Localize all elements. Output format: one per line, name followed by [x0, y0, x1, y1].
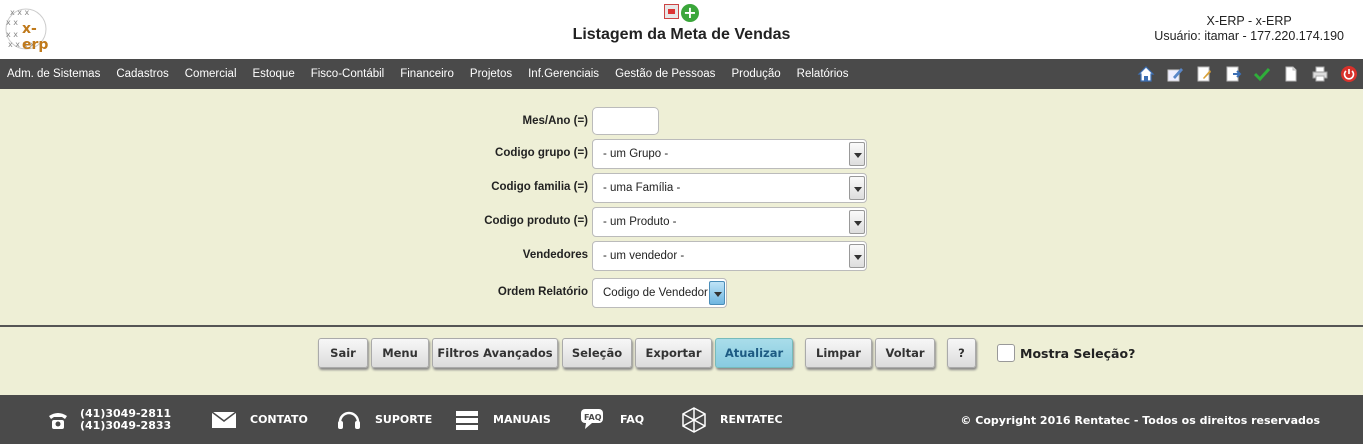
- produto-select[interactable]: - um Produto -: [592, 207, 867, 237]
- books-icon: [453, 406, 481, 434]
- pdf-icon[interactable]: [664, 4, 679, 19]
- grupo-label: Codigo grupo (=): [495, 147, 588, 159]
- filtros-avancados-button[interactable]: Filtros Avançados: [432, 338, 558, 368]
- mostra-selecao-label: Mostra Seleção?: [1020, 346, 1136, 361]
- row-mes-ano: Mes/Ano (=): [0, 107, 1363, 137]
- produto-select-value: - um Produto -: [603, 216, 677, 228]
- footer-contato[interactable]: CONTATO: [210, 395, 308, 444]
- mostra-selecao-checkbox[interactable]: [997, 344, 1015, 362]
- footer-suporte[interactable]: SUPORTE: [335, 395, 432, 444]
- ordem-label: Ordem Relatório: [497, 286, 588, 298]
- sair-button[interactable]: Sair: [318, 338, 368, 368]
- familia-label: Codigo familia (=): [491, 181, 588, 193]
- chevron-down-icon[interactable]: [849, 244, 865, 268]
- atualizar-button[interactable]: Atualizar: [715, 338, 793, 368]
- faq-icon: FAQ: [580, 406, 608, 434]
- row-familia: Codigo familia (=) - uma Família -: [0, 173, 1363, 203]
- row-produto: Codigo produto (=) - um Produto -: [0, 207, 1363, 237]
- phone-icon: [44, 406, 72, 434]
- ordem-select-value: Codigo de Vendedor: [603, 287, 708, 299]
- header: x x x x x x x x x x x x-erp + Listagem d…: [0, 0, 1363, 59]
- grupo-select[interactable]: - um Grupo -: [592, 139, 867, 169]
- home-icon[interactable]: [1136, 64, 1156, 84]
- menu-button[interactable]: Menu: [371, 338, 429, 368]
- menu-item-comercial[interactable]: Comercial: [185, 68, 237, 80]
- footer: (41)3049-2811 (41)3049-2833 CONTATO SUPO…: [0, 395, 1363, 444]
- user-info: X-ERP - x-ERP Usuário: itamar - 177.220.…: [1154, 14, 1344, 44]
- voltar-button[interactable]: Voltar: [875, 338, 935, 368]
- suporte-link[interactable]: SUPORTE: [375, 413, 432, 426]
- check-icon[interactable]: [1252, 64, 1272, 84]
- vendedores-select-value: - um vendedor -: [603, 250, 685, 262]
- headset-icon: [335, 406, 363, 434]
- menu-item-cadastros[interactable]: Cadastros: [116, 68, 168, 80]
- ordem-select[interactable]: Codigo de Vendedor: [592, 278, 727, 308]
- rentatec-link[interactable]: RENTATEC: [720, 413, 783, 426]
- footer-faq[interactable]: FAQ FAQ: [580, 395, 644, 444]
- button-bar: Sair Menu Filtros Avançados Seleção Expo…: [0, 338, 1363, 368]
- mes-ano-label: Mes/Ano (=): [522, 115, 589, 127]
- phone-1: (41)3049-2811: [80, 406, 172, 420]
- svg-text:FAQ: FAQ: [584, 413, 602, 422]
- envelope-icon: [210, 406, 238, 434]
- new-document-icon[interactable]: [1281, 64, 1301, 84]
- system-name: X-ERP - x-ERP: [1206, 14, 1292, 28]
- limpar-button[interactable]: Limpar: [805, 338, 872, 368]
- top-icons: +: [664, 4, 699, 22]
- svg-text:x x x: x x x: [10, 8, 30, 17]
- add-icon[interactable]: +: [681, 4, 699, 22]
- chevron-down-icon[interactable]: [849, 210, 865, 234]
- vendedores-select[interactable]: - um vendedor -: [592, 241, 867, 271]
- copyright: © Copyright 2016 Rentatec - Todos os dir…: [960, 414, 1320, 427]
- manuais-link[interactable]: MANUAIS: [493, 413, 551, 426]
- mes-ano-input[interactable]: [592, 107, 659, 135]
- row-vendedores: Vendedores - um vendedor -: [0, 241, 1363, 271]
- menu-item-estoque[interactable]: Estoque: [253, 68, 295, 80]
- print-icon[interactable]: [1310, 64, 1330, 84]
- familia-select-value: - uma Família -: [603, 182, 681, 194]
- familia-select[interactable]: - uma Família -: [592, 173, 867, 203]
- phone-2: (41)3049-2833: [80, 418, 172, 432]
- faq-link[interactable]: FAQ: [620, 413, 644, 426]
- chevron-down-icon[interactable]: [849, 142, 865, 166]
- contato-link[interactable]: CONTATO: [250, 413, 308, 426]
- menu-item-financeiro[interactable]: Financeiro: [400, 68, 454, 80]
- phone-numbers: (41)3049-2811 (41)3049-2833: [80, 406, 172, 432]
- footer-phones: (41)3049-2811 (41)3049-2833: [44, 395, 171, 444]
- edit-icon[interactable]: [1165, 64, 1185, 84]
- produto-label: Codigo produto (=): [484, 215, 588, 227]
- power-icon[interactable]: [1339, 64, 1359, 84]
- menu-item-inf-gerenciais[interactable]: Inf.Gerenciais: [528, 68, 599, 80]
- export-icon[interactable]: [1223, 64, 1243, 84]
- chevron-down-icon[interactable]: [849, 176, 865, 200]
- menu-bar: Adm. de Sistemas Cadastros Comercial Est…: [0, 59, 1363, 89]
- vendedores-label: Vendedores: [522, 249, 588, 261]
- menu-item-fisco-contabil[interactable]: Fisco-Contábil: [311, 68, 385, 80]
- menu-item-projetos[interactable]: Projetos: [470, 68, 512, 80]
- menu-item-adm-sistemas[interactable]: Adm. de Sistemas: [7, 68, 100, 80]
- divider: [0, 325, 1363, 327]
- rentatec-icon: [680, 406, 708, 434]
- grupo-select-value: - um Grupo -: [603, 148, 669, 160]
- footer-rentatec[interactable]: RENTATEC: [680, 395, 783, 444]
- row-ordem: Ordem Relatório Codigo de Vendedor: [0, 278, 1363, 308]
- menu-item-producao[interactable]: Produção: [731, 68, 780, 80]
- menu-items: Adm. de Sistemas Cadastros Comercial Est…: [7, 59, 864, 89]
- selecao-button[interactable]: Seleção: [562, 338, 632, 368]
- row-grupo: Codigo grupo (=) - um Grupo -: [0, 139, 1363, 169]
- footer-manuais[interactable]: MANUAIS: [453, 395, 551, 444]
- document-edit-icon[interactable]: [1194, 64, 1214, 84]
- user-name: Usuário: itamar - 177.220.174.190: [1154, 29, 1344, 43]
- toolbar-icons: [1136, 64, 1359, 84]
- help-button[interactable]: ?: [947, 338, 976, 368]
- chevron-down-icon[interactable]: [709, 281, 725, 305]
- menu-item-gestao-pessoas[interactable]: Gestão de Pessoas: [615, 68, 715, 80]
- menu-item-relatorios[interactable]: Relatórios: [797, 68, 849, 80]
- exportar-button[interactable]: Exportar: [635, 338, 712, 368]
